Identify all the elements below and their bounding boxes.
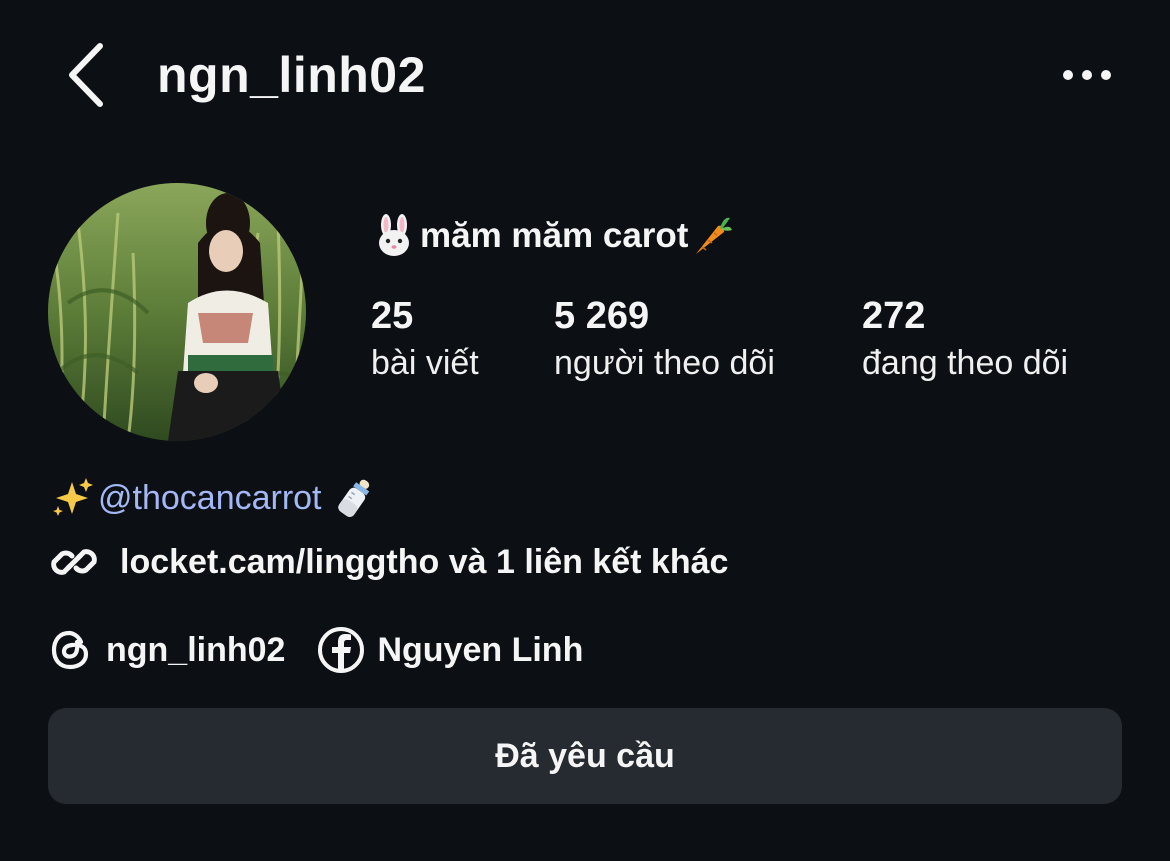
back-button[interactable] [56,40,116,110]
facebook-link[interactable]: Nguyen Linh [317,626,583,674]
stat-posts[interactable]: 25 bài viết [371,292,479,386]
more-dots-icon [1063,70,1111,80]
stat-posts-label: bài viết [371,344,479,382]
baby-bottle-icon [337,479,369,518]
display-name-text: măm măm carot [420,216,689,255]
bio-mention-line: @thocancarrot [50,474,378,522]
more-options-button[interactable] [1055,50,1119,100]
avatar-photo [48,183,306,441]
threads-label: ngn_linh02 [106,630,286,669]
stat-followers[interactable]: 5 269 người theo dõi [554,292,775,386]
stat-followers-count: 5 269 [554,295,650,337]
stat-following-label: đang theo dõi [862,344,1069,382]
threads-icon [51,630,89,670]
sparkles-icon [53,478,93,516]
requested-button[interactable]: Đã yêu cầu [48,708,1122,804]
facebook-icon [318,627,365,673]
social-links: ngn_linh02 Nguyen Linh [48,622,583,678]
stat-following[interactable]: 272 đang theo dõi [862,292,1068,386]
threads-link[interactable]: ngn_linh02 [48,627,285,673]
profile-header: ngn_linh02 [0,0,1170,150]
avatar[interactable] [48,183,306,441]
stat-following-count: 272 [862,295,926,337]
stat-followers-label: người theo dõi [554,344,775,382]
bio-links[interactable]: locket.cam/linggtho và 1 liên kết khác [48,534,728,590]
bio-link-text: locket.cam/linggtho và 1 liên kết khác [120,542,729,581]
chevron-left-icon [69,43,103,107]
facebook-label: Nguyen Linh [377,630,584,669]
display-name: măm măm carot [372,212,734,260]
bio-mention-link[interactable]: @thocancarrot [98,474,322,522]
link-chain-icon [51,549,97,575]
rabbit-face-icon [379,214,409,256]
page-title: ngn_linh02 [157,47,426,103]
stat-posts-count: 25 [371,295,414,337]
carrot-icon [696,217,733,254]
